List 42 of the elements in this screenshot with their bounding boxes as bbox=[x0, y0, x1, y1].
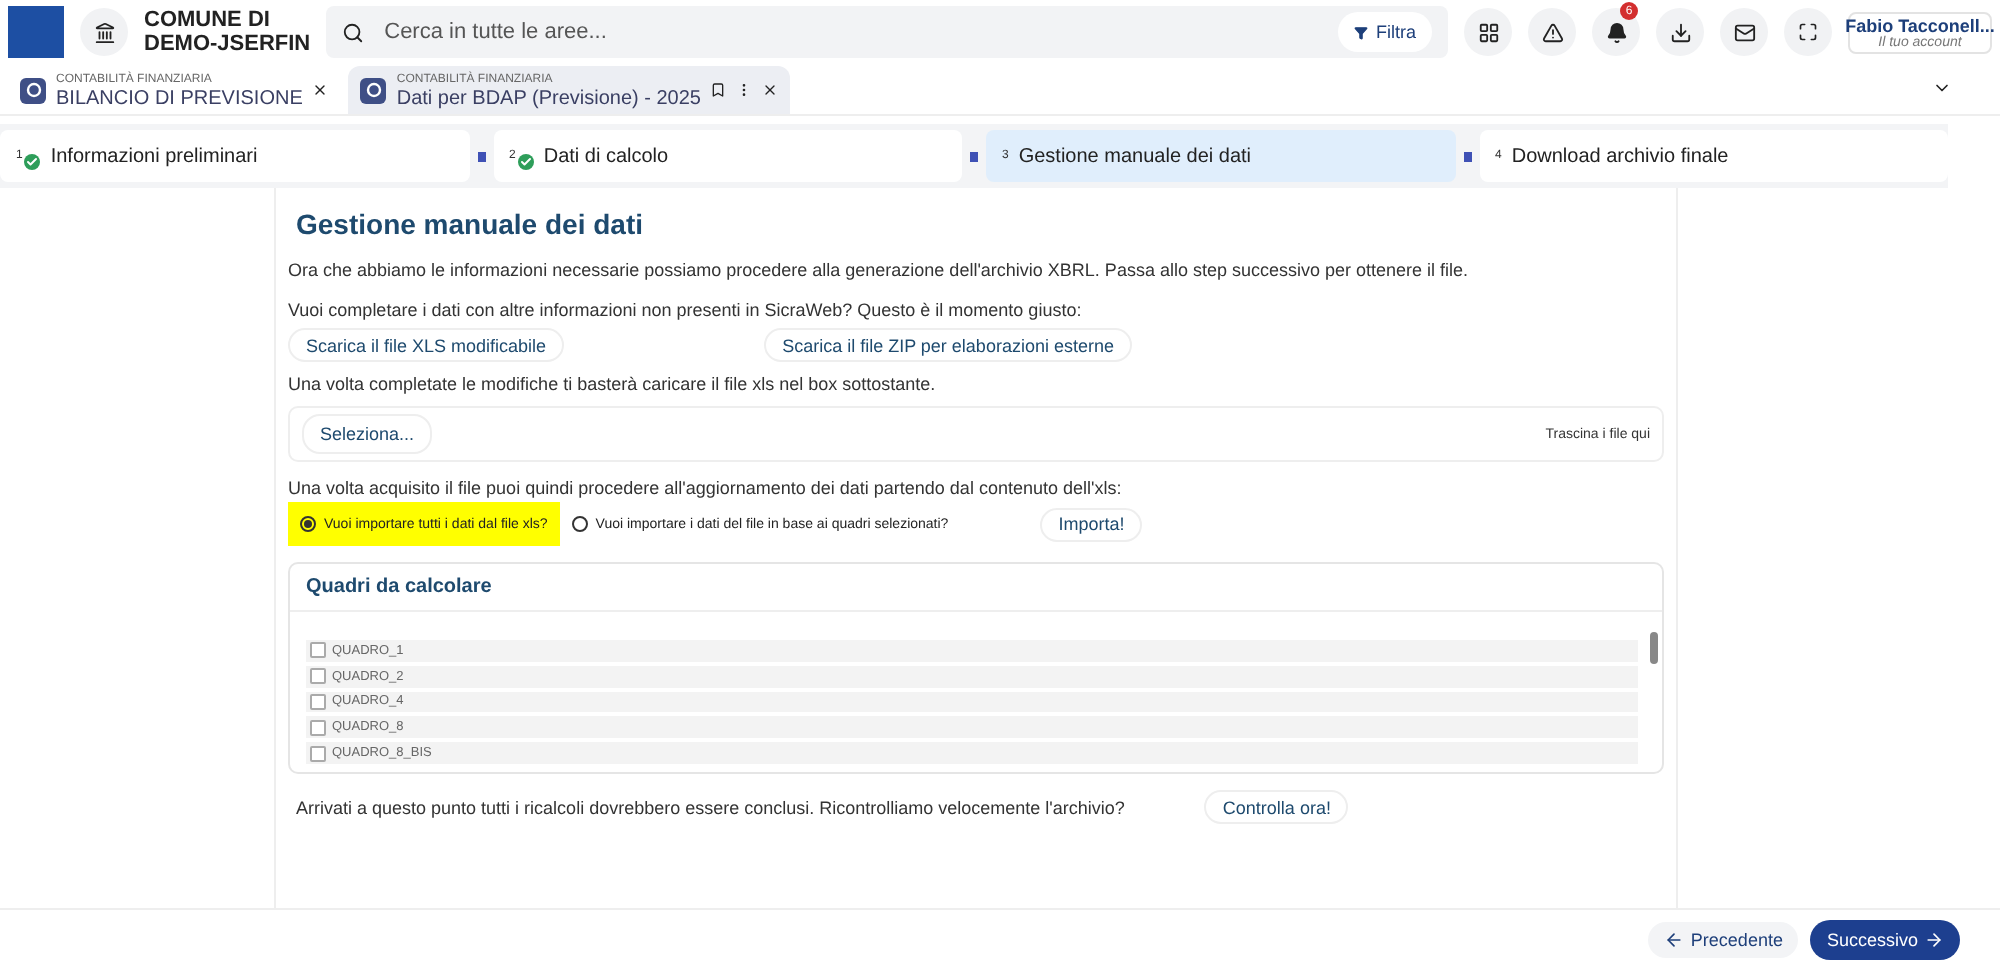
download-button[interactable]: Scarica il file XLS modificabile bbox=[288, 328, 565, 362]
panel-title: Quadri da calcolare bbox=[290, 564, 1662, 612]
org-name: COMUNE DI bbox=[144, 8, 272, 32]
check-hint: Arrivati a questo punto tutti i ricalcoli dovrebbero essere conclusi. Ricontrolliamo velocemente l'archivio? bbox=[296, 797, 1125, 817]
close-icon[interactable] bbox=[762, 82, 779, 98]
bell-icon bbox=[1605, 21, 1627, 43]
checkbox[interactable] bbox=[310, 668, 326, 685]
grid-icon[interactable] bbox=[1464, 8, 1512, 56]
warning-icon[interactable] bbox=[1528, 8, 1576, 56]
checkbox[interactable] bbox=[310, 745, 326, 762]
select-button[interactable]: Seleziona... bbox=[302, 414, 433, 454]
check-icon bbox=[517, 154, 534, 170]
download-button[interactable]: Scarica il file ZIP per elaborazioni esterne bbox=[764, 328, 1132, 362]
filter-button[interactable]: Filtra bbox=[1338, 12, 1432, 52]
upload-hint: Una volta completate le modifiche ti basterà caricare il file xls nel box sottostante. bbox=[288, 374, 938, 394]
check-button[interactable]: Controlla ora! bbox=[1204, 790, 1349, 824]
close-icon[interactable] bbox=[312, 82, 329, 98]
import-button[interactable]: Importa! bbox=[1040, 507, 1143, 541]
download-icon[interactable] bbox=[1656, 8, 1704, 56]
arrow-right-icon bbox=[1924, 929, 1944, 949]
next-button[interactable]: Successivo bbox=[1810, 919, 1960, 959]
mail-icon[interactable] bbox=[1720, 8, 1768, 56]
import-hint: Una volta acquisito il file puoi quindi procedere all'aggiornamento dei dati partendo dal contenuto dell'xls: bbox=[288, 478, 1124, 498]
checkbox[interactable] bbox=[310, 719, 326, 736]
check-icon bbox=[24, 154, 41, 170]
checkbox[interactable] bbox=[310, 642, 326, 659]
arrow-left-icon bbox=[1664, 929, 1685, 949]
search-icon bbox=[342, 21, 365, 43]
checkbox[interactable] bbox=[310, 693, 326, 710]
app-icon bbox=[360, 77, 387, 103]
fullscreen-icon[interactable] bbox=[1784, 8, 1832, 56]
section-title: Gestione manuale dei dati bbox=[296, 208, 645, 240]
org-name: DEMO-JSERFIN bbox=[144, 32, 311, 56]
building-icon[interactable] bbox=[80, 8, 128, 56]
previous-button[interactable]: Precedente bbox=[1648, 921, 1799, 957]
app-icon bbox=[20, 77, 46, 103]
bookmark-icon[interactable] bbox=[710, 82, 727, 98]
filter-icon bbox=[1354, 25, 1368, 39]
scrollbar[interactable] bbox=[1650, 632, 1658, 664]
search-field[interactable]: Cerca in tutte le aree... Filtra bbox=[326, 6, 1448, 58]
intro-text: Ora che abbiamo le informazioni necessarie possiamo procedere alla generazione dell'archivio XBRL. Passa allo step successivo per ottenere il file. bbox=[288, 260, 1471, 280]
question-text: Vuoi completare i dati con altre informazioni non presenti in SicraWeb? Questo è il momento giusto: bbox=[288, 300, 1084, 320]
